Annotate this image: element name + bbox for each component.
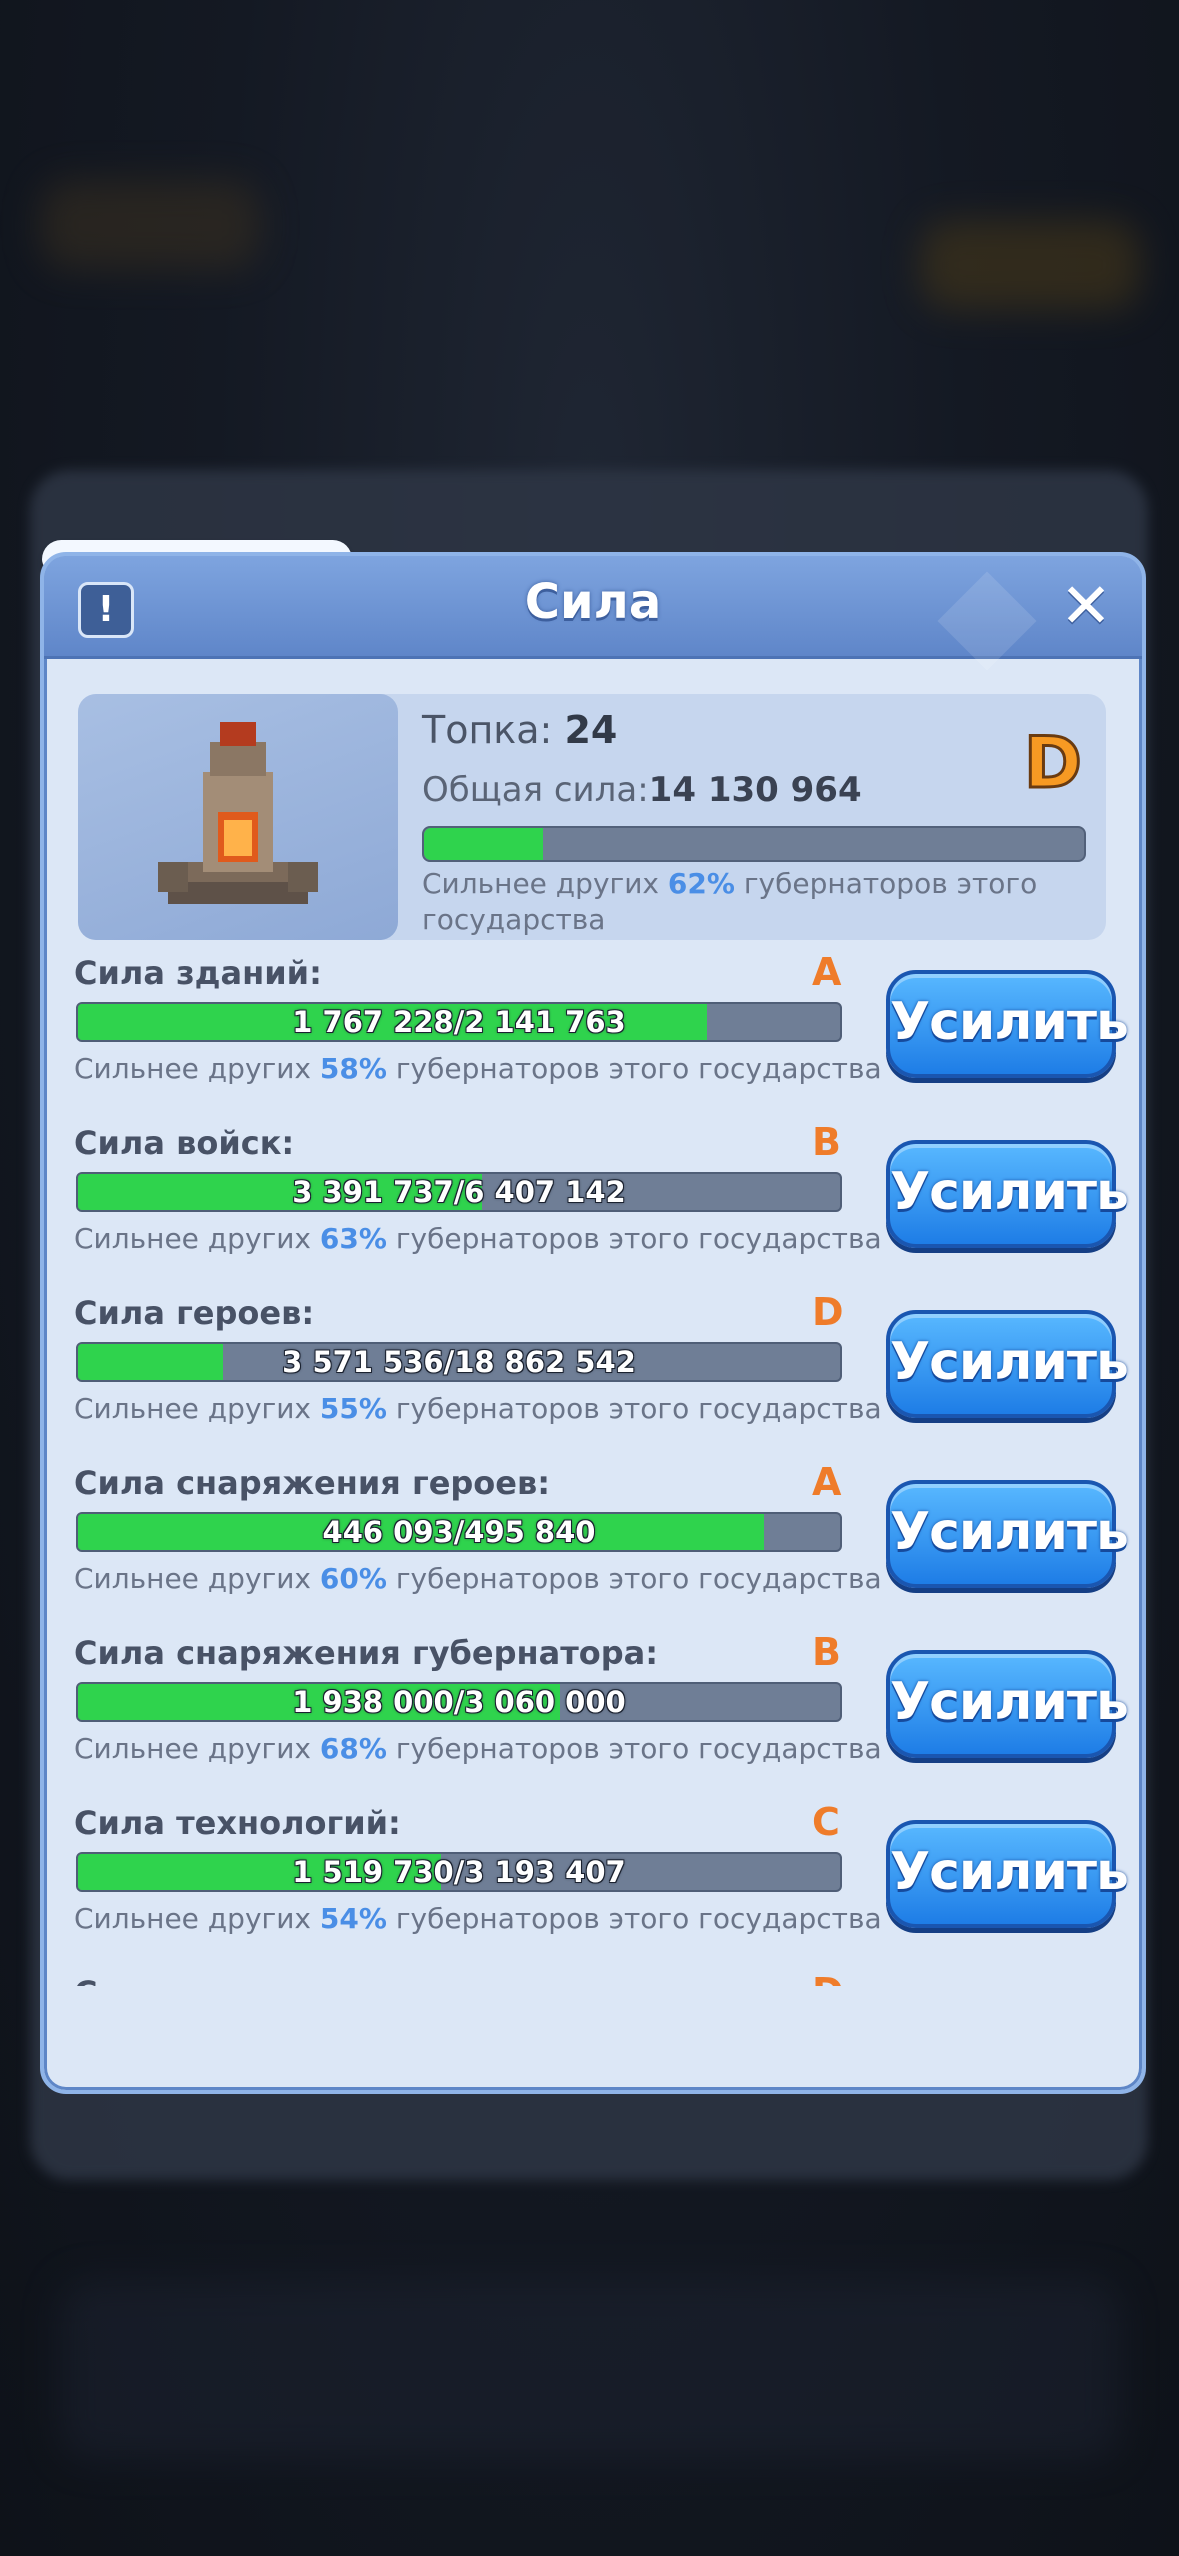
power-row-bar: 446 093/495 840 [76,1512,842,1552]
power-row-note: Сильнее других 63% губернаторов этого го… [74,1222,882,1255]
dialog-title: Сила [524,574,662,630]
boost-button[interactable]: Усилить [886,1820,1129,1928]
total-power-bar [422,826,1086,862]
power-row-value: 3 391 737/6 407 142 [292,1175,626,1209]
power-row-grade: B [812,1120,841,1164]
power-row-label: Сила снаряжения героев: [74,1464,551,1502]
power-row-value: 1 767 228/2 141 763 [292,1005,626,1039]
boost-button[interactable]: Усилить [886,1480,1129,1588]
power-row-bar: 3 391 737/6 407 142 [76,1172,842,1212]
total-power-bar-fill [424,828,543,860]
boost-button[interactable]: Усилить [886,1310,1129,1418]
power-row: Сила технологий: C 1 519 730/3 193 407 Силь… [74,1800,1129,1974]
power-row-note: Сильнее других 55% губернаторов этого го… [74,1392,882,1425]
boost-button[interactable]: Усилить [886,1140,1129,1248]
boost-button[interactable]: Усилить [886,970,1129,1078]
power-row: Сила зданий: A 1 767 228/2 141 763 Сильнее … [74,950,1129,1124]
power-row-value: 3 571 536/18 862 542 [282,1345,636,1379]
power-row-note: Сильнее других 54% губернаторов этого го… [74,1902,882,1935]
power-categories-list[interactable]: Сила зданий: A 1 767 228/2 141 763 Сильнее … [44,940,1142,1986]
power-row-grade: B [812,1630,841,1674]
furnace-level: Топка: 24 [422,708,618,752]
power-row-bar: 1 767 228/2 141 763 [76,1002,842,1042]
summary-panel: Топка: 24 Общая сила:14 130 964 D Сильне… [78,694,1106,940]
power-row-label: Сила питомца: [74,1974,345,1986]
power-row-grade: A [812,1460,842,1504]
furnace-image [78,694,398,940]
power-row-grade: A [812,950,842,994]
power-row-value: 1 519 730/3 193 407 [292,1855,626,1889]
power-row-value: 1 938 000/3 060 000 [292,1685,626,1719]
power-row-bar: 1 938 000/3 060 000 [76,1682,842,1722]
close-icon[interactable]: ✕ [1056,575,1116,637]
bg-blur-shape [60,2280,1120,2460]
power-row: Сила снаряжения героев: A 446 093/495 840 С… [74,1460,1129,1634]
power-row-label: Сила войск: [74,1124,295,1162]
power-row: Сила снаряжения губернатора: B 1 938 000/3… [74,1630,1129,1804]
power-row: Сила войск: B 3 391 737/6 407 142 Сильнее д… [74,1120,1129,1294]
power-row-bar: 3 571 536/18 862 542 [76,1342,842,1382]
power-row-label: Сила снаряжения губернатора: [74,1634,659,1672]
power-row-label: Сила героев: [74,1294,315,1332]
power-row-note: Сильнее других 68% губернаторов этого го… [74,1732,882,1765]
bg-blur-shape [920,220,1140,310]
bg-blur-shape [40,180,260,270]
power-row-value: 446 093/495 840 [322,1515,596,1549]
power-row-note: Сильнее других 60% губернаторов этого го… [74,1562,882,1595]
power-row-note: Сильнее других 58% губернаторов этого го… [74,1052,882,1085]
boost-button[interactable]: Усилить [886,1650,1129,1758]
total-power-note: Сильнее других 62% губернаторов этого го… [422,867,1038,936]
power-row-grade: C [812,1800,840,1844]
power-row-label: Сила зданий: [74,954,322,992]
furnace-icon [158,722,318,904]
overall-grade: D [1022,721,1083,806]
total-power: Общая сила:14 130 964 [422,770,862,810]
power-row-grade: D [812,1290,844,1334]
power-row: Сила героев: D 3 571 536/18 862 542 Сильнее… [74,1290,1129,1464]
power-row-grade: D [812,1970,844,1986]
power-row-bar: 1 519 730/3 193 407 [76,1852,842,1892]
dialog-header: ! Сила ✕ [44,556,1142,671]
power-row-label: Сила технологий: [74,1804,401,1842]
power-dialog: ! Сила ✕ Топка: 24 Общая сила:14 130 964… [40,552,1146,2094]
power-row: Сила питомца:D1 496 640/16 610 400Усилит… [74,1970,1114,1986]
